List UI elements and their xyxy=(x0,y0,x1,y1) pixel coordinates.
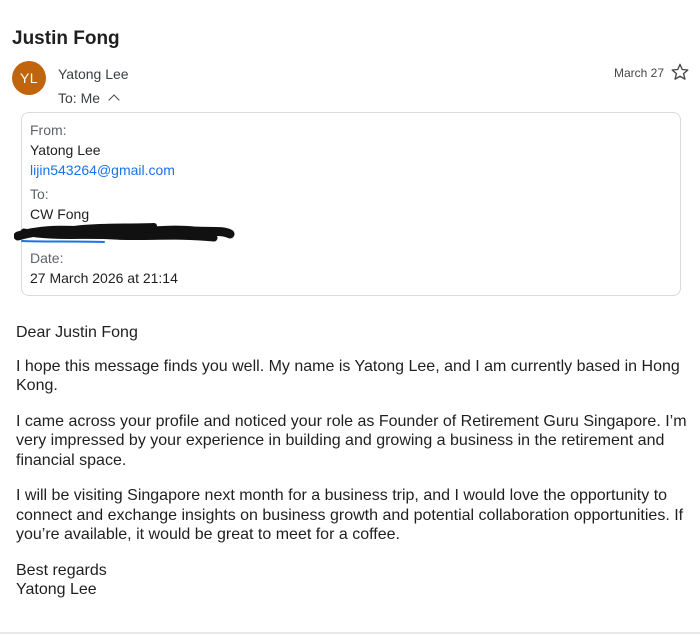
signature: Yatong Lee xyxy=(16,581,97,598)
from-email-link[interactable]: lijin543264@gmail.com xyxy=(30,162,175,178)
star-icon[interactable] xyxy=(670,62,690,82)
redaction-scribble xyxy=(14,223,235,243)
body-paragraph: I hope this message finds you well. My n… xyxy=(16,357,680,395)
body-paragraph: I came across your profile and noticed y… xyxy=(16,412,687,469)
greeting: Dear Justin Fong xyxy=(16,324,138,341)
signoff: Best regards xyxy=(16,561,107,579)
bottom-divider xyxy=(0,632,700,634)
email-details-card: From: Yatong Lee lijin543264@gmail.com T… xyxy=(14,112,681,296)
avatar-initials: YL xyxy=(19,70,39,86)
email-body: Dear Justin Fong I hope this message fin… xyxy=(16,323,692,600)
email-subject: Justin Fong xyxy=(12,28,120,49)
from-label: From: xyxy=(30,122,67,138)
from-name: Yatong Lee xyxy=(30,142,101,158)
body-paragraph: I will be visiting Singapore next month … xyxy=(16,487,684,543)
date-label: Date: xyxy=(30,250,64,266)
sender-name[interactable]: Yatong Lee xyxy=(58,66,129,82)
sender-avatar[interactable]: YL xyxy=(12,61,46,95)
recipients-toggle[interactable]: To: Me xyxy=(58,90,120,106)
chevron-up-icon xyxy=(108,94,120,106)
date-value: 27 March 2026 at 21:14 xyxy=(30,270,178,286)
to-label: To: xyxy=(30,186,49,202)
email-date: March 27 xyxy=(613,66,664,80)
to-line-text: To: Me xyxy=(58,90,101,106)
email-view: Justin Fong YL Yatong Lee To: Me March 2… xyxy=(0,0,700,636)
